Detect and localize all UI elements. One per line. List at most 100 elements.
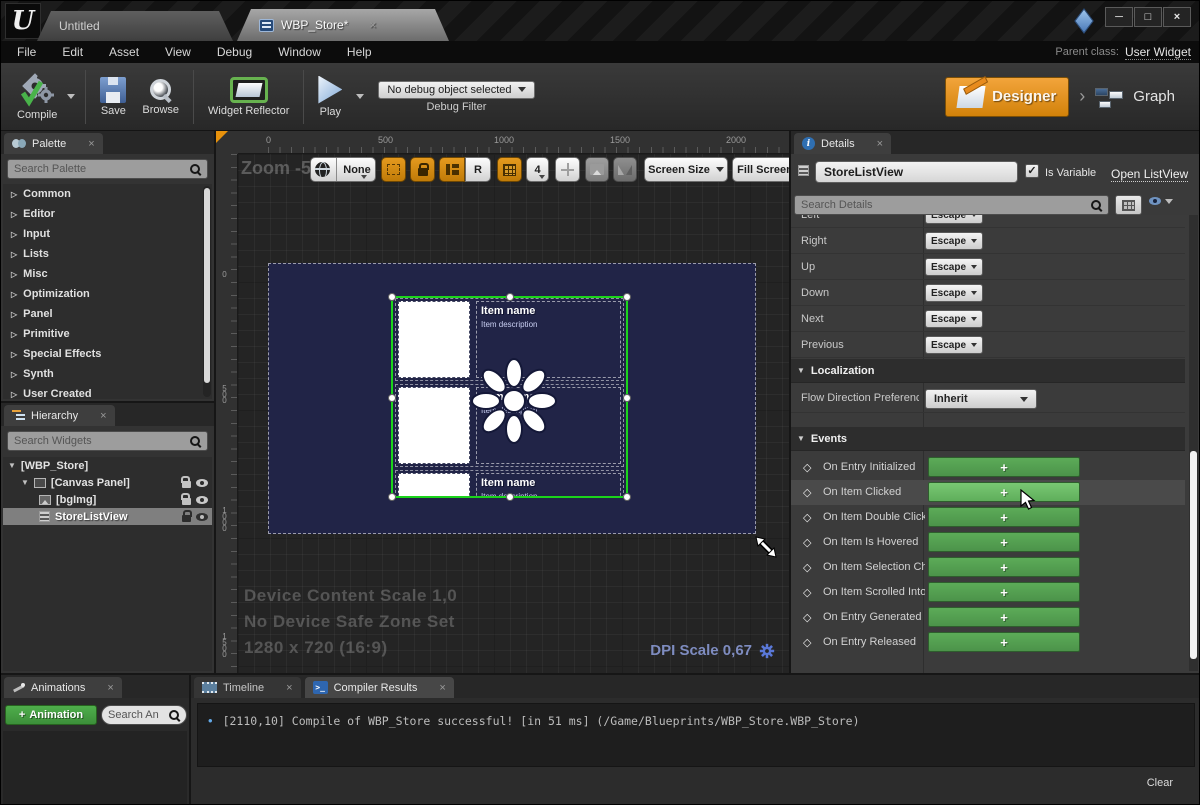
- open-listview-link[interactable]: Open ListView: [1111, 167, 1188, 182]
- details-search-input[interactable]: [801, 199, 1090, 211]
- add-event-button[interactable]: +: [928, 607, 1080, 627]
- widget-name-field[interactable]: [815, 161, 1018, 183]
- close-icon[interactable]: ×: [439, 682, 445, 694]
- palette-category[interactable]: ▷Editor: [3, 204, 212, 224]
- menu-view[interactable]: View: [165, 45, 191, 59]
- canvas-resize-arrow-icon[interactable]: [752, 533, 780, 561]
- details-grid-view-button[interactable]: [1115, 195, 1142, 215]
- minimize-button[interactable]: ─: [1105, 7, 1133, 27]
- menu-asset[interactable]: Asset: [109, 45, 139, 59]
- close-icon[interactable]: ×: [107, 682, 113, 694]
- palette-category[interactable]: ▷Optimization: [3, 284, 212, 304]
- menu-edit[interactable]: Edit: [62, 45, 83, 59]
- close-icon[interactable]: ×: [88, 138, 94, 150]
- add-event-button[interactable]: +: [928, 582, 1080, 602]
- resize-handle[interactable]: [506, 293, 514, 301]
- menu-file[interactable]: File: [17, 45, 36, 59]
- align-mode-button[interactable]: [439, 157, 465, 182]
- hierarchy-row-storelistview[interactable]: StoreListView: [3, 508, 212, 525]
- lock-widgets-button[interactable]: [410, 157, 435, 182]
- lock-icon[interactable]: [182, 515, 191, 522]
- lock-icon[interactable]: [182, 481, 191, 488]
- hierarchy-search[interactable]: [7, 431, 208, 451]
- hierarchy-row-wbp-store[interactable]: ▼ [WBP_Store]: [3, 457, 212, 474]
- palette-search-input[interactable]: [14, 163, 189, 175]
- debug-object-select[interactable]: No debug object selected: [378, 81, 534, 99]
- palette-category[interactable]: ▷Special Effects: [3, 344, 212, 364]
- parent-class-link[interactable]: User Widget: [1125, 45, 1191, 60]
- details-tab[interactable]: i Details ×: [794, 133, 891, 154]
- resize-handle[interactable]: [623, 493, 631, 501]
- add-event-button[interactable]: +: [928, 632, 1080, 652]
- compile-options-caret[interactable]: [67, 94, 75, 99]
- designer-mode-button[interactable]: Designer: [945, 77, 1069, 117]
- localization-section-header[interactable]: ▼ Localization: [791, 359, 1185, 383]
- resize-handle[interactable]: [388, 293, 396, 301]
- close-icon[interactable]: ×: [100, 410, 106, 422]
- details-search[interactable]: [794, 195, 1109, 215]
- is-variable-checkbox[interactable]: ✓: [1025, 164, 1039, 178]
- palette-scrollbar[interactable]: [203, 186, 211, 397]
- save-button[interactable]: Save: [92, 75, 134, 119]
- play-options-caret[interactable]: [356, 94, 364, 99]
- palette-category[interactable]: ▷User Created: [3, 384, 212, 399]
- grid-snap-toggle-button[interactable]: [497, 157, 522, 182]
- nav-rule-dropdown[interactable]: Escape: [925, 215, 983, 224]
- lock-icon[interactable]: [182, 498, 191, 505]
- widget-reflector-button[interactable]: Widget Reflector: [200, 75, 297, 119]
- visibility-eye-icon[interactable]: [196, 513, 208, 521]
- palette-category[interactable]: ▷Panel: [3, 304, 212, 324]
- hierarchy-search-input[interactable]: [14, 435, 189, 447]
- nav-rule-dropdown[interactable]: Escape: [925, 336, 983, 354]
- compiler-results-log[interactable]: • [2110,10] Compile of WBP_Store success…: [197, 703, 1195, 767]
- clear-log-button[interactable]: Clear: [1147, 777, 1173, 789]
- add-event-button[interactable]: +: [928, 482, 1080, 502]
- visibility-eye-icon[interactable]: [196, 496, 208, 504]
- outline-toggle-button[interactable]: [381, 157, 406, 182]
- resize-handle[interactable]: [623, 293, 631, 301]
- resize-handle[interactable]: [388, 394, 396, 402]
- add-event-button[interactable]: +: [928, 457, 1080, 477]
- rotate-mode-button[interactable]: R: [465, 157, 491, 182]
- dpi-settings-gear-icon[interactable]: [759, 643, 775, 659]
- timeline-tab[interactable]: Timeline ×: [194, 677, 301, 698]
- anchor-tool-button[interactable]: [555, 157, 580, 182]
- preview-background-button[interactable]: [585, 157, 609, 182]
- close-icon[interactable]: ×: [877, 138, 883, 150]
- palette-category[interactable]: ▷Misc: [3, 264, 212, 284]
- animations-search[interactable]: [101, 705, 187, 725]
- add-event-button[interactable]: +: [928, 557, 1080, 577]
- palette-category[interactable]: ▷Input: [3, 224, 212, 244]
- palette-search[interactable]: [7, 159, 208, 179]
- resize-handle[interactable]: [388, 493, 396, 501]
- localization-preview-button[interactable]: None: [310, 157, 376, 182]
- add-event-button[interactable]: +: [928, 532, 1080, 552]
- asset-tab-untitled[interactable]: Untitled: [37, 11, 233, 41]
- hierarchy-row-bgimg[interactable]: [bgImg]: [3, 491, 212, 508]
- palette-category[interactable]: ▷Common: [3, 184, 212, 204]
- nav-rule-dropdown[interactable]: Escape: [925, 284, 983, 302]
- nav-rule-dropdown[interactable]: Escape: [925, 310, 983, 328]
- grid-snap-size-button[interactable]: 4: [526, 157, 549, 182]
- compiler-results-tab[interactable]: >_ Compiler Results ×: [305, 677, 454, 698]
- palette-category[interactable]: ▷Lists: [3, 244, 212, 264]
- maximize-button[interactable]: □: [1134, 7, 1162, 27]
- details-visibility-filter[interactable]: [1149, 197, 1173, 205]
- close-icon[interactable]: ×: [369, 18, 376, 32]
- details-scrollbar[interactable]: [1189, 215, 1198, 671]
- palette-category[interactable]: ▷Primitive: [3, 324, 212, 344]
- nav-rule-dropdown[interactable]: Escape: [925, 232, 983, 250]
- fill-screen-dropdown[interactable]: Fill Screen: [732, 157, 789, 182]
- designer-viewport[interactable]: 0 500 1000 1500 2000 0 500 1000 1500 Zoo…: [216, 131, 789, 673]
- menu-help[interactable]: Help: [347, 45, 372, 59]
- screen-size-dropdown[interactable]: Screen Size: [644, 157, 728, 182]
- nav-rule-dropdown[interactable]: Escape: [925, 258, 983, 276]
- palette-tab[interactable]: Palette ×: [4, 133, 103, 154]
- flow-direction-dropdown[interactable]: Inherit: [925, 389, 1037, 409]
- visibility-eye-icon[interactable]: [196, 479, 208, 487]
- hierarchy-row-canvas-panel[interactable]: ▼ [Canvas Panel]: [3, 474, 212, 491]
- close-icon[interactable]: ×: [286, 682, 292, 694]
- flip-preview-button[interactable]: [613, 157, 637, 182]
- menu-debug[interactable]: Debug: [217, 45, 252, 59]
- asset-tab-wbp-store[interactable]: WBP_Store* ×: [237, 9, 449, 41]
